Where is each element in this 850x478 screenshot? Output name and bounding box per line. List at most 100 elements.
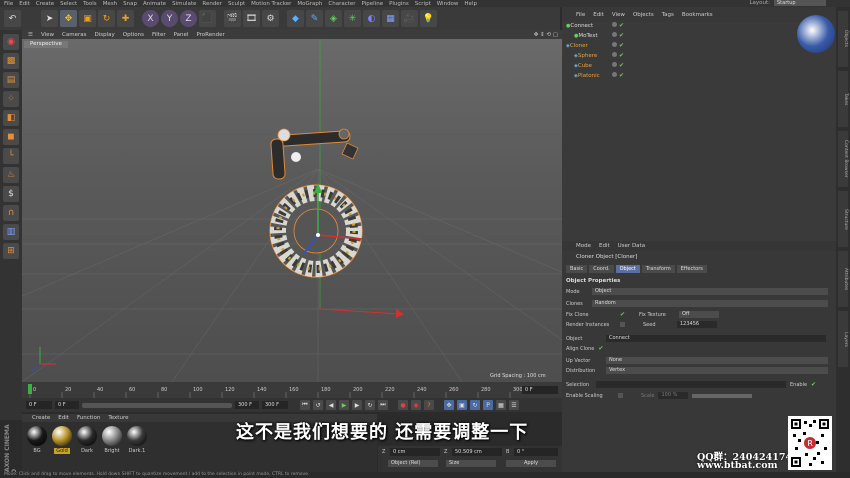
render-view-icon[interactable]: 🎬 [224,10,241,27]
menu-item-window[interactable]: Window [437,1,459,7]
tab-basic[interactable]: Basic [566,265,588,273]
magnet-icon[interactable]: ∩ [3,205,19,221]
enable-scaling-checkbox[interactable] [618,393,623,398]
object-link-field[interactable]: Connect [606,335,826,342]
side-tab-objects[interactable]: Objects [838,11,848,67]
snap-icon[interactable]: $ [3,186,19,202]
enabled-check[interactable]: ✔ [619,32,624,39]
side-tab-layers[interactable]: Layers [838,311,848,367]
model-mode-icon[interactable]: ◉ [3,34,19,50]
object-name[interactable]: Sphere [578,53,597,59]
key-pla-icon[interactable]: ▦ [496,400,506,410]
om-menu-bookmarks[interactable]: Bookmarks [682,12,713,18]
viewport-menu-filter[interactable]: Filter [152,32,166,38]
undo-icon[interactable]: ↶ [4,10,21,27]
play-icon[interactable]: ▶ [339,400,349,410]
menu-item-tools[interactable]: Tools [83,1,97,7]
rotate-icon[interactable]: ↻ [98,10,115,27]
object-row[interactable]: ● MoText ✔ [562,31,836,40]
menu-item-edit[interactable]: Edit [19,1,30,7]
enabled-check[interactable]: ✔ [619,72,624,79]
z-axis-icon[interactable]: Z [180,10,197,27]
render-settings-icon[interactable]: ⚙ [262,10,279,27]
material-swatch[interactable]: Dark.1 [126,426,148,468]
render-instances-checkbox[interactable] [620,322,625,327]
start-frame-field[interactable]: 0 F [26,401,52,409]
end-frame-field[interactable]: 300 F [262,401,288,409]
layout-select[interactable]: Startup [774,0,826,6]
prev-key-icon[interactable]: ↺ [313,400,323,410]
viewport-menu-panel[interactable]: Panel [174,32,189,38]
y-axis-icon[interactable]: Y [161,10,178,27]
timeline-frame-field[interactable]: 0 F [522,386,558,394]
object-row[interactable]: ◈ Cloner ✔ [562,41,836,50]
object-row[interactable]: ● Connect ✔ [562,21,836,30]
selection-field[interactable] [596,381,786,388]
key-scale-icon[interactable]: ▣ [457,400,467,410]
menu-item-pipeline[interactable]: Pipeline [362,1,384,7]
texture-mode-icon[interactable]: ▩ [3,53,19,69]
coord-mode-select[interactable]: Object (Rel) [388,460,438,467]
viewport[interactable] [22,39,562,382]
object-name[interactable]: Platonic [578,73,600,79]
range-slider[interactable] [82,402,232,408]
key-rotate-icon[interactable]: ↻ [470,400,480,410]
enable-checkbox[interactable]: ✔ [811,381,816,388]
enabled-check[interactable]: ✔ [619,62,624,69]
visibility-dot[interactable] [612,62,617,67]
menu-item-simulate[interactable]: Simulate [172,1,196,7]
material-preview[interactable] [102,426,122,446]
visibility-dot[interactable] [612,42,617,47]
menu-item-sculpt[interactable]: Sculpt [228,1,245,7]
floor-icon[interactable]: ▦ [382,10,399,27]
go-end-icon[interactable]: ⏭ [378,400,388,410]
camera-icon[interactable]: 🎥 [401,10,418,27]
fix-texture-select[interactable]: Off [679,311,720,318]
distribution-select[interactable]: Vertex [606,367,828,374]
apply-button[interactable]: Apply [506,460,556,467]
z-position-field[interactable]: 0 cm [390,448,440,456]
key-param-icon[interactable]: P [483,400,493,410]
polygons-mode-icon[interactable]: ◼ [3,129,19,145]
visibility-dot[interactable] [612,32,617,37]
side-tab-attributes[interactable]: Attributes [838,251,848,307]
key-move-icon[interactable]: ✥ [444,400,454,410]
material-swatch[interactable]: BG [26,426,48,468]
viewport-nav-icons[interactable]: ✥ ⇕ ⟲ ▢ [534,32,562,38]
om-menu-file[interactable]: File [576,12,585,18]
om-menu-tags[interactable]: Tags [662,12,674,18]
max-frame-field[interactable]: 300 F [235,401,259,409]
viewport-menu-prorender[interactable]: ProRender [196,32,224,38]
mode-select[interactable]: Object [592,288,828,295]
coord-size-select[interactable]: Size [446,460,496,467]
object-name[interactable]: MoText [578,33,597,39]
menu-item-character[interactable]: Character [328,1,355,7]
side-tab-content-browser[interactable]: Content Browser [838,131,848,187]
autokey-icon[interactable]: ◉ [411,400,421,410]
scale-field[interactable]: 100 % [658,392,689,399]
go-start-icon[interactable]: ⏮ [300,400,310,410]
tweak-icon[interactable]: ♨ [3,167,19,183]
visibility-dot[interactable] [612,22,617,27]
record-icon[interactable]: ● [398,400,408,410]
scale-icon[interactable]: ▣ [79,10,96,27]
menu-item-motion-tracker[interactable]: Motion Tracker [251,1,291,7]
seed-field[interactable]: 123456 [677,321,717,328]
am-menu-edit[interactable]: Edit [599,243,610,249]
side-tab-takes[interactable]: Takes [838,71,848,127]
array-icon[interactable]: ✳ [344,10,361,27]
object-name[interactable]: Cloner [570,43,588,49]
b-rotation-field[interactable]: 0 ° [514,448,558,456]
visibility-dot[interactable] [612,52,617,57]
up-vector-select[interactable]: None [606,357,828,364]
keyframe-icon[interactable]: ? [424,400,434,410]
object-row[interactable]: ◈ Cube ✔ [562,61,836,70]
tab-effectors[interactable]: Effectors [676,265,707,273]
menu-item-mograph[interactable]: MoGraph [297,1,322,7]
om-menu-edit[interactable]: Edit [593,12,604,18]
material-menu-function[interactable]: Function [77,415,100,421]
menu-item-file[interactable]: File [4,1,13,7]
min-frame-field[interactable]: 0 F [55,401,79,409]
viewport-menu-cameras[interactable]: Cameras [62,32,86,38]
material-swatch[interactable]: Dark [76,426,98,468]
